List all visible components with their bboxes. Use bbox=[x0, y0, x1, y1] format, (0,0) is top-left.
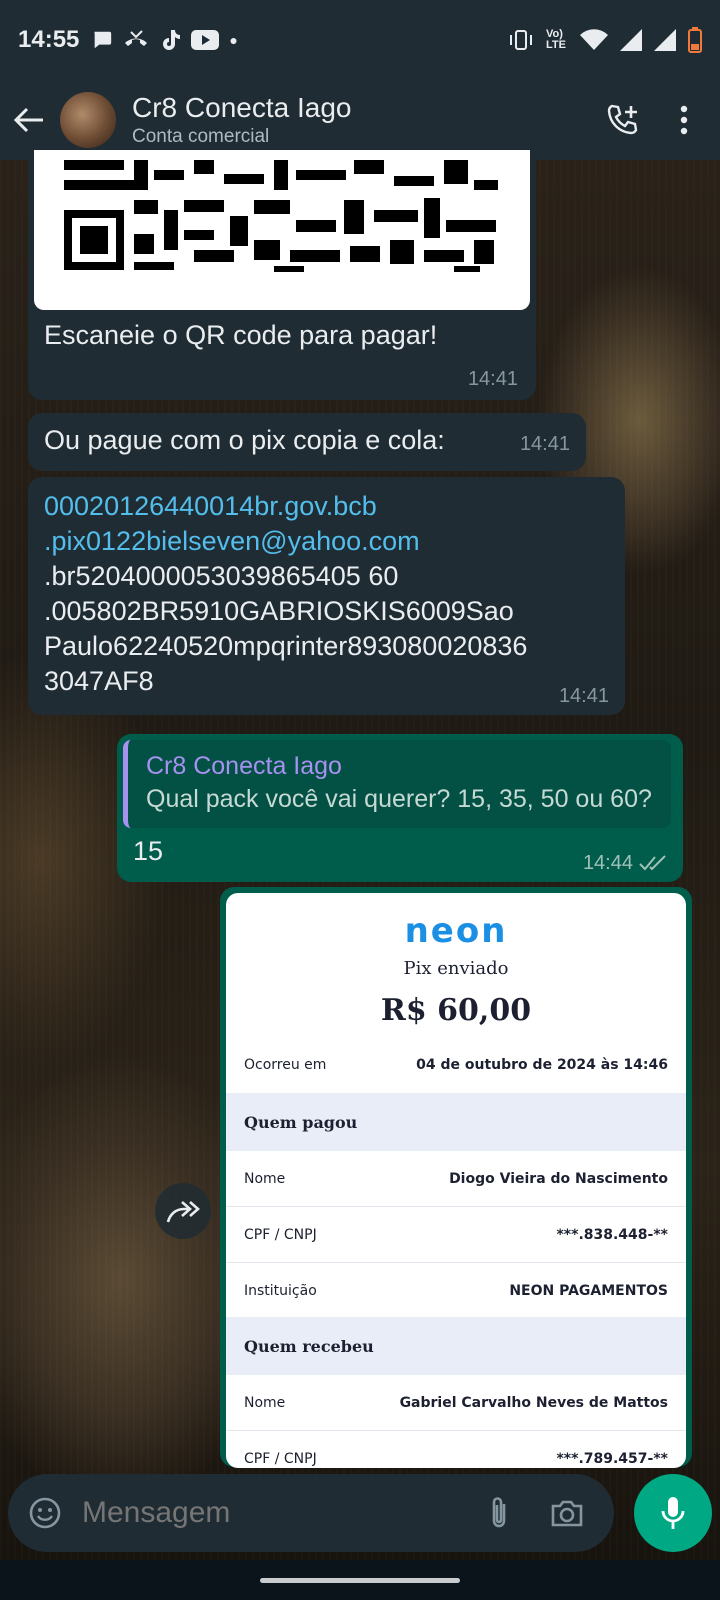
receipt-row-payer-inst: Instituição NEON PAGAMENTOS bbox=[244, 1283, 668, 1299]
receipt-row-receiver-doc: CPF / CNPJ ***.789.457-** bbox=[244, 1451, 668, 1467]
more-vert-icon[interactable] bbox=[680, 105, 688, 135]
qr-message-bubble[interactable]: Escaneie o QR code para pagar! 14:41 bbox=[28, 150, 536, 400]
more-notifications-dot-icon: ● bbox=[229, 32, 238, 48]
contact-info[interactable]: Cr8 Conecta Iago Conta comercial bbox=[132, 91, 351, 149]
home-gesture-pill[interactable] bbox=[260, 1578, 460, 1583]
qr-code-graphic bbox=[64, 160, 498, 272]
camera-icon[interactable] bbox=[550, 1498, 584, 1528]
emoji-icon[interactable] bbox=[28, 1496, 62, 1530]
double-check-icon bbox=[639, 855, 666, 871]
receipt-row-payer-doc: CPF / CNPJ ***.838.448-** bbox=[244, 1227, 668, 1243]
system-nav-bar bbox=[0, 1560, 720, 1600]
pix-code-line6: 3047AF8 bbox=[44, 666, 154, 696]
pix-code-link-line2[interactable]: .pix0122bielseven@yahoo.com bbox=[44, 524, 527, 559]
back-arrow-icon bbox=[14, 107, 43, 133]
chat-notification-icon bbox=[94, 31, 112, 49]
mic-icon bbox=[661, 1497, 685, 1529]
message-input-bar bbox=[8, 1474, 614, 1552]
pix-code-line4: .005802BR5910GABRIOSKIS6009Sao bbox=[44, 596, 514, 626]
pix-intro-text: Ou pague com o pix copia e cola: bbox=[44, 425, 445, 455]
add-call-icon[interactable] bbox=[606, 103, 640, 137]
message-time: 14:41 bbox=[467, 368, 518, 390]
pix-intro-bubble[interactable]: Ou pague com o pix copia e cola: 14:41 bbox=[28, 413, 586, 471]
message-time: 14:41 bbox=[519, 433, 570, 455]
contact-name: Cr8 Conecta Iago bbox=[132, 92, 352, 123]
tiktok-icon bbox=[163, 30, 181, 50]
battery-icon bbox=[688, 27, 702, 53]
neon-logo: neon bbox=[404, 911, 508, 951]
quoted-text: Qual pack você vai querer? 15, 35, 50 ou… bbox=[146, 785, 652, 813]
signal-icon-1 bbox=[620, 29, 642, 51]
qr-code-image[interactable] bbox=[34, 150, 530, 310]
qr-message-text: Escaneie o QR code para pagar! bbox=[44, 320, 438, 350]
chat-header: Cr8 Conecta Iago Conta comercial bbox=[0, 80, 720, 160]
status-bar: 14:55 ● Vo) LTE bbox=[0, 0, 720, 80]
signal-icon-2 bbox=[654, 29, 676, 51]
attach-icon[interactable] bbox=[488, 1495, 510, 1531]
pix-code-bubble[interactable]: 00020126440014br.gov.bcb .pix0122bielsev… bbox=[28, 477, 625, 715]
reply-message-bubble[interactable]: Cr8 Conecta Iago Qual pack você vai quer… bbox=[117, 734, 683, 882]
network-label: Vo) LTE bbox=[546, 28, 566, 51]
vibrate-icon bbox=[510, 30, 532, 50]
contact-subtitle: Conta comercial bbox=[132, 126, 270, 147]
pix-code-line3: .br5204000053039865405 60 bbox=[44, 561, 399, 591]
receipt-amount: R$ 60,00 bbox=[380, 993, 532, 1028]
forward-icon bbox=[166, 1201, 200, 1223]
pix-code-line5: Paulo62240520mpqrinter893080020836 bbox=[44, 631, 528, 661]
voice-message-button[interactable] bbox=[634, 1474, 712, 1552]
receipt-row-occurred: Ocorreu em 04 de outubro de 2024 às 14:4… bbox=[244, 1057, 668, 1073]
contact-avatar[interactable] bbox=[60, 92, 116, 148]
status-time: 14:55 bbox=[18, 26, 80, 53]
receipt-row-payer-name: Nome Diogo Vieira do Nascimento bbox=[244, 1171, 668, 1187]
quoted-sender: Cr8 Conecta Iago bbox=[146, 752, 342, 780]
receipt-title: Pix enviado bbox=[403, 958, 509, 979]
youtube-icon bbox=[191, 30, 220, 50]
reply-text: 15 bbox=[133, 836, 164, 866]
receipt-row-receiver-name: Nome Gabriel Carvalho Neves de Mattos bbox=[244, 1395, 668, 1411]
pix-code-link-line1[interactable]: 00020126440014br.gov.bcb bbox=[44, 489, 527, 524]
wifi-icon bbox=[580, 29, 608, 50]
receipt-section-payer: Quem pagou bbox=[226, 1093, 686, 1151]
back-button[interactable] bbox=[14, 100, 50, 140]
quoted-message[interactable]: Cr8 Conecta Iago Qual pack você vai quer… bbox=[123, 740, 671, 828]
forward-button[interactable] bbox=[155, 1183, 211, 1239]
message-time: 14:44 bbox=[582, 852, 633, 874]
missed-call-icon bbox=[125, 30, 148, 46]
receipt-section-receiver: Quem recebeu bbox=[226, 1317, 686, 1375]
message-time: 14:41 bbox=[558, 685, 609, 707]
message-input[interactable] bbox=[82, 1496, 488, 1530]
receipt-image[interactable]: neon Pix enviado R$ 60,00 Ocorreu em 04 … bbox=[226, 893, 686, 1468]
